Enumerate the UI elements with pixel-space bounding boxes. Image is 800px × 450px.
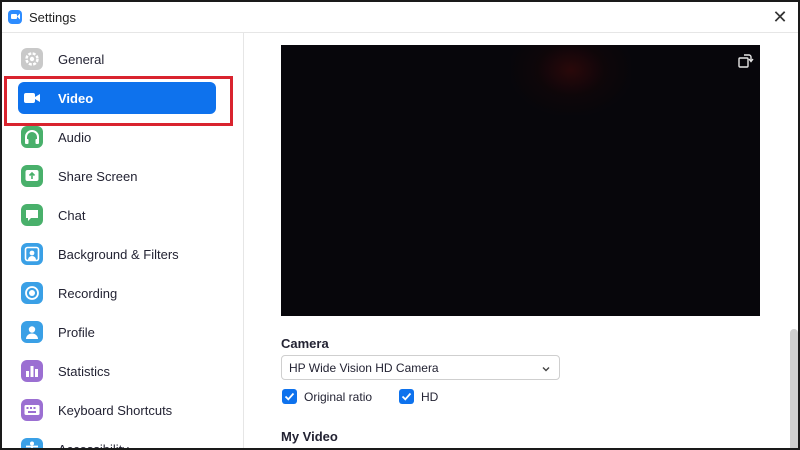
- camera-select-value: HP Wide Vision HD Camera: [289, 361, 439, 375]
- sidebar-item-label: Keyboard Shortcuts: [58, 402, 173, 418]
- sidebar-item-label: Share Screen: [58, 168, 138, 184]
- sidebar-item-label: Background & Filters: [58, 246, 179, 262]
- camera-select[interactable]: HP Wide Vision HD Camera: [281, 355, 560, 380]
- chevron-down-icon: [541, 361, 551, 372]
- sidebar-item-label: Chat: [58, 207, 86, 223]
- share-screen-icon: [20, 164, 44, 188]
- rotate-icon[interactable]: [736, 52, 754, 70]
- sidebar-item-recording[interactable]: Recording: [18, 277, 216, 309]
- keyboard-icon: [20, 398, 44, 422]
- hd-label: HD: [421, 390, 439, 404]
- sidebar-item-profile[interactable]: Profile: [18, 316, 216, 348]
- sidebar-item-label: Video: [58, 90, 94, 106]
- original-ratio-label: Original ratio: [304, 390, 373, 404]
- preview-glow: [511, 45, 631, 115]
- settings-sidebar: General Video Audio Share Screen Chat Ba…: [2, 33, 244, 450]
- sidebar-item-keyboard-shortcuts[interactable]: Keyboard Shortcuts: [18, 394, 216, 426]
- sidebar-item-audio[interactable]: Audio: [18, 121, 216, 153]
- sidebar-item-label: Accessibility: [58, 441, 129, 450]
- sidebar-item-accessibility[interactable]: Accessibility: [18, 433, 216, 450]
- window-title: Settings: [29, 10, 76, 25]
- sidebar-item-label: Statistics: [58, 363, 111, 379]
- chat-bubble-icon: [20, 203, 44, 227]
- video-camera-icon: [20, 86, 44, 110]
- title-bar: Settings ✕: [2, 2, 798, 33]
- scrollbar[interactable]: [788, 33, 798, 448]
- video-settings-panel: Camera HP Wide Vision HD Camera Original…: [245, 33, 798, 448]
- gear-icon: [20, 47, 44, 71]
- sidebar-item-label: General: [58, 51, 105, 67]
- scrollbar-thumb[interactable]: [790, 329, 798, 448]
- sidebar-item-label: Profile: [58, 324, 95, 340]
- original-ratio-checkbox[interactable]: [282, 389, 297, 404]
- hd-checkbox[interactable]: [399, 389, 414, 404]
- statistics-icon: [20, 359, 44, 383]
- sidebar-item-general[interactable]: General: [18, 43, 216, 75]
- record-icon: [20, 281, 44, 305]
- profile-icon: [20, 320, 44, 344]
- background-icon: [20, 242, 44, 266]
- accessibility-icon: [20, 437, 44, 448]
- headphones-icon: [20, 125, 44, 149]
- sidebar-item-label: Recording: [58, 285, 118, 301]
- sidebar-item-statistics[interactable]: Statistics: [18, 355, 216, 387]
- sidebar-item-video[interactable]: Video: [18, 82, 216, 114]
- sidebar-item-background-filters[interactable]: Background & Filters: [18, 238, 216, 270]
- sidebar-item-share-screen[interactable]: Share Screen: [18, 160, 216, 192]
- my-video-label: My Video: [281, 429, 338, 444]
- zoom-app-icon: [8, 10, 22, 24]
- camera-label: Camera: [281, 336, 329, 351]
- video-preview: [281, 45, 760, 316]
- sidebar-item-label: Audio: [58, 129, 92, 145]
- sidebar-item-chat[interactable]: Chat: [18, 199, 216, 231]
- settings-window: Settings ✕ General Video Audio Share Scr…: [0, 0, 800, 450]
- close-button[interactable]: ✕: [770, 7, 790, 27]
